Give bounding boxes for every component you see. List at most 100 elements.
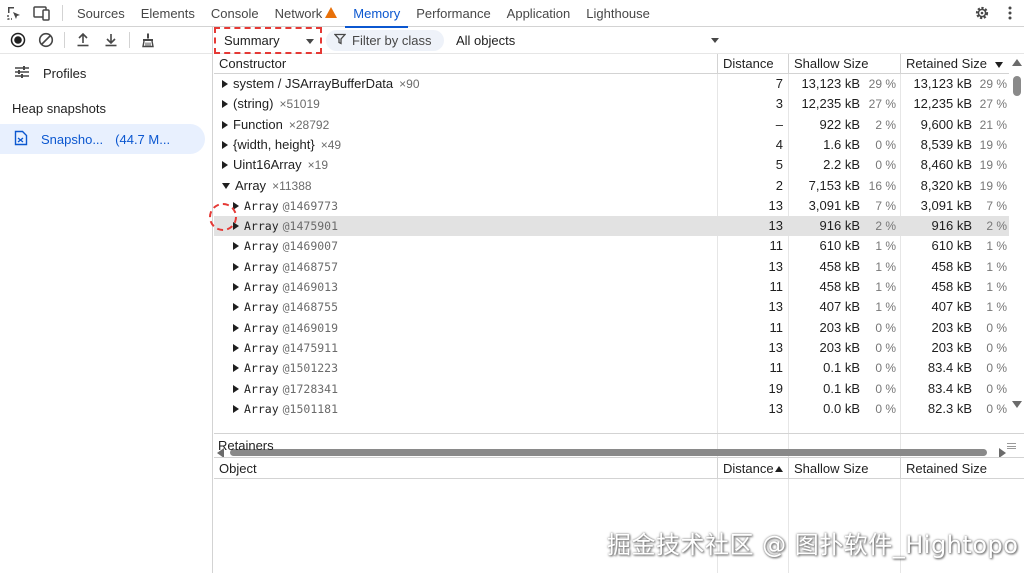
shallow-percent-cell: 0 % (875, 137, 896, 152)
object-id: @1501223 (282, 361, 339, 376)
shallow-size-cell: 1.6 kB (823, 136, 860, 152)
tab-elements[interactable]: Elements (133, 0, 203, 27)
table-row[interactable]: Array @1475911 13 203 kB 0 % 203 kB 0 % (214, 338, 1009, 358)
retainers-title-label: Retainers (218, 438, 274, 453)
heap-summary-grid: Constructor Distance Shallow Size Retain… (209, 54, 1024, 464)
retainers-column-shallow-size[interactable]: Shallow Size (788, 458, 900, 479)
expand-highlight-circle (209, 203, 237, 231)
column-header-constructor[interactable]: Constructor (214, 54, 717, 74)
record-icon[interactable] (4, 27, 32, 54)
distance-cell: 13 (768, 299, 783, 315)
retained-percent-cell: 1 % (986, 259, 1007, 274)
scroll-up-icon[interactable] (1012, 59, 1022, 66)
tab-network[interactable]: Network (267, 0, 346, 27)
table-row[interactable]: Array @1468755 13 407 kB 1 % 407 kB 1 % (214, 297, 1009, 317)
table-row[interactable]: Array @1475901 13 916 kB 2 % 916 kB 2 % (214, 216, 1009, 237)
expand-arrow-icon[interactable] (233, 242, 239, 251)
table-row[interactable]: Array @1468757 13 458 kB 1 % 458 kB 1 % (214, 257, 1009, 277)
distance-cell: 4 (775, 136, 783, 152)
expand-arrow-icon[interactable] (222, 140, 228, 149)
retained-size-cell: 916 kB (931, 218, 972, 234)
objects-select-value: All objects (456, 33, 516, 48)
vertical-scrollbar[interactable] (1010, 54, 1024, 416)
distance-cell: 13 (768, 197, 783, 213)
table-row[interactable]: (string) ×51019 3 12,235 kB 27 % 12,235 kB 27 … (214, 94, 1009, 114)
tab-application[interactable]: Application (499, 0, 579, 27)
constructor-cell: Array @1469007 (233, 236, 713, 256)
upload-icon[interactable] (69, 27, 97, 54)
table-row[interactable]: Array @1728341 19 0.1 kB 0 % 83.4 kB 0 % (214, 379, 1009, 399)
tab-lighthouse[interactable]: Lighthouse (578, 0, 658, 27)
distance-cell: 2 (775, 177, 783, 193)
table-row[interactable]: {width, height} ×49 4 1.6 kB 0 % 8,539 kB 19 % (214, 135, 1009, 155)
constructor-cell: Array @1501181 (233, 399, 713, 419)
tab-performance[interactable]: Performance (408, 0, 498, 27)
column-header-retained-size[interactable]: Retained Size (900, 54, 1009, 74)
expand-arrow-icon[interactable] (233, 283, 239, 291)
retainers-column-distance[interactable]: Distance (717, 458, 788, 479)
expand-arrow-icon[interactable] (233, 343, 239, 352)
panel-resize-grip-icon[interactable] (1007, 443, 1016, 449)
table-row[interactable]: Array @1469013 11 458 kB 1 % 458 kB 1 % (214, 277, 1009, 297)
column-header-shallow-size[interactable]: Shallow Size (788, 54, 900, 74)
snapshot-label: Snapsho... (41, 131, 104, 147)
tab-sources[interactable]: Sources (69, 0, 133, 27)
device-toolbar-icon[interactable] (28, 0, 56, 27)
clear-icon[interactable] (32, 27, 60, 54)
table-row[interactable]: system / JSArrayBufferData ×90 7 13,123 kB 2… (214, 74, 1009, 94)
shallow-percent-cell: 1 % (875, 280, 896, 294)
constructor-cell: Array @1469019 (233, 318, 713, 338)
table-row[interactable]: Array @1469007 11 610 kB 1 % 610 kB 1 % (214, 236, 1009, 256)
expand-arrow-icon[interactable] (233, 303, 239, 312)
table-row[interactable]: Array @1469019 11 203 kB 0 % 203 kB 0 % (214, 318, 1009, 338)
inspect-element-icon[interactable] (0, 0, 28, 27)
scroll-down-icon[interactable] (1012, 401, 1022, 408)
settings-gear-icon[interactable] (968, 0, 996, 27)
shallow-size-cell: 407 kB (819, 299, 860, 315)
profiles-sliders-icon (14, 65, 30, 82)
constructor-cell: Array @1501223 (233, 358, 713, 378)
shallow-size-cell: 203 kB (819, 339, 860, 355)
objects-select-dropdown[interactable]: All objects (456, 30, 721, 51)
retainers-column-retained-size[interactable]: Retained Size (900, 458, 1009, 479)
shallow-size-cell: 0.1 kB (823, 360, 860, 376)
tab-memory[interactable]: Memory (345, 0, 409, 28)
expand-arrow-icon[interactable] (222, 80, 228, 88)
retainers-column-object[interactable]: Object (214, 458, 717, 479)
table-row[interactable]: Array @1501181 13 0.0 kB 0 % 82.3 kB 0 % (214, 399, 1009, 419)
view-select-dropdown[interactable]: Summary (214, 27, 322, 54)
column-header-distance[interactable]: Distance (717, 54, 788, 74)
expand-arrow-icon[interactable] (222, 100, 228, 109)
retained-size-cell: 3,091 kB (920, 197, 972, 213)
object-id: @1475911 (282, 340, 339, 355)
constructor-name: Array (244, 198, 279, 213)
expanded-arrow-icon[interactable] (222, 182, 230, 189)
tab-label: Memory (353, 5, 401, 21)
tab-label: Performance (416, 5, 491, 21)
shallow-size-cell: 203 kB (819, 319, 860, 335)
class-filter-input[interactable]: Filter by class (326, 30, 444, 51)
expand-arrow-icon[interactable] (233, 364, 239, 373)
more-options-icon[interactable] (996, 0, 1024, 27)
constructor-cell: {width, height} ×49 (222, 135, 712, 155)
retained-size-cell: 12,235 kB (913, 96, 972, 112)
table-row[interactable]: Array ×11388 2 7,153 kB 16 % 8,320 kB 19 % (214, 176, 1009, 196)
retained-size-cell: 82.3 kB (927, 400, 972, 416)
collect-garbage-icon[interactable] (134, 27, 162, 54)
expand-arrow-icon[interactable] (222, 120, 228, 129)
table-row[interactable]: Uint16Array ×19 5 2.2 kB 0 % 8,460 kB 19 % (214, 155, 1009, 175)
shallow-percent-cell: 0 % (875, 361, 896, 376)
expand-arrow-icon[interactable] (233, 262, 239, 271)
table-row[interactable]: Function ×28792 – 922 kB 2 % 9,600 kB 21 % (214, 115, 1009, 135)
tab-console[interactable]: Console (203, 0, 267, 27)
table-row[interactable]: Array @1501223 11 0.1 kB 0 % 83.4 kB 0 % (214, 358, 1009, 378)
expand-arrow-icon[interactable] (233, 323, 239, 332)
snapshot-item[interactable]: Snapsho... (44.7 M... (0, 124, 205, 154)
expand-arrow-icon[interactable] (233, 404, 239, 413)
vertical-scroll-thumb[interactable] (1013, 76, 1021, 96)
download-icon[interactable] (97, 27, 125, 54)
table-row[interactable]: Array @1469773 13 3,091 kB 7 % 3,091 kB 7 % (214, 196, 1009, 216)
expand-arrow-icon[interactable] (233, 384, 239, 393)
expand-arrow-icon[interactable] (222, 161, 228, 170)
tab-label: Console (210, 5, 259, 21)
